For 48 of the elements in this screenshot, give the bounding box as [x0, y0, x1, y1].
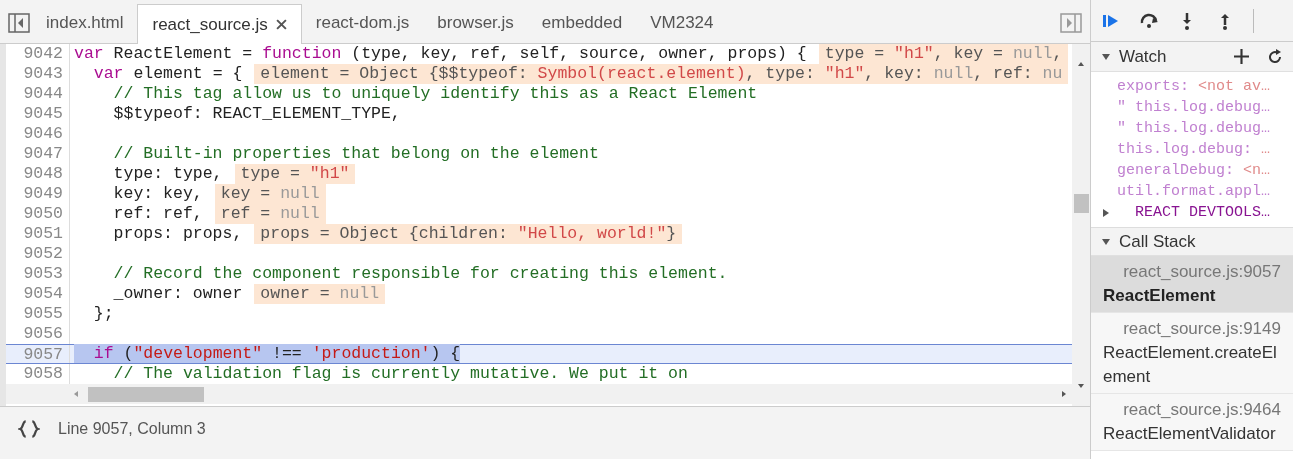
- collapse-arrow-icon[interactable]: [1101, 236, 1111, 247]
- expand-arrow-icon[interactable]: [1101, 207, 1111, 218]
- file-tab[interactable]: VM2324: [636, 3, 728, 43]
- file-tab[interactable]: react-dom.js: [301, 3, 424, 43]
- add-icon[interactable]: [1234, 49, 1249, 64]
- call-stack-frame[interactable]: react_source.js:9464 ReactElementValidator: [1091, 394, 1293, 451]
- panel-toggle-icon[interactable]: [1060, 13, 1082, 33]
- inline-value: key = null: [214, 184, 326, 204]
- file-tab[interactable]: embedded: [527, 3, 637, 43]
- code-line: // Built-in properties that belong on the element: [112, 144, 599, 164]
- scroll-up-icon[interactable]: [1077, 60, 1085, 68]
- inline-value: owner = null: [254, 284, 386, 304]
- pretty-print-icon[interactable]: [18, 419, 40, 438]
- horizontal-scrollbar-thumb[interactable]: [88, 386, 204, 402]
- call-stack-frame[interactable]: react_source.js:9149 ReactElement.createElement: [1091, 313, 1293, 394]
- file-tab[interactable]: browser.js: [423, 3, 528, 43]
- inline-value: type = "h1", key = null,: [818, 44, 1069, 64]
- code-line: type: type,: [112, 164, 223, 184]
- scroll-right-icon[interactable]: [1060, 390, 1068, 398]
- call-stack-frame[interactable]: react_source.js:9057 ReactElement: [1091, 256, 1293, 313]
- file-tab[interactable]: index.html: [42, 3, 138, 43]
- code-line: };: [92, 304, 114, 324]
- vertical-scrollbar-thumb[interactable]: [1073, 194, 1089, 213]
- inline-value: ref = null: [214, 204, 326, 224]
- code-line: var element = {: [92, 64, 243, 84]
- close-icon[interactable]: [275, 19, 287, 30]
- code-line: var ReactElement = function (type, key, ref, self, source, owner, props) {: [73, 44, 807, 64]
- code-line: // This tag allow us to uniquely identify this as a React Element: [112, 84, 758, 104]
- code-line: props: props,: [112, 224, 243, 244]
- code-line: ref: ref,: [112, 204, 203, 224]
- inline-value: element = Object {$$typeof: Symbol(react.element), type: "h1", key: null, ref: nu: [254, 64, 1069, 84]
- line-number: 9057: [6, 345, 70, 363]
- code-line: // Record the component responsible for creating this element.: [112, 264, 728, 284]
- code-line: _owner: owner: [112, 284, 243, 304]
- refresh-icon[interactable]: [1267, 48, 1283, 65]
- code-editor[interactable]: [6, 44, 1072, 384]
- sidebar-toggle-icon[interactable]: [8, 13, 30, 33]
- inline-value: props = Object {children: "Hello, world!"}: [254, 224, 683, 244]
- collapse-arrow-icon[interactable]: [1101, 51, 1111, 62]
- code-line: key: key,: [112, 184, 203, 204]
- file-tab[interactable]: react_source.js: [137, 4, 302, 44]
- code-line: $$typeof: REACT_ELEMENT_TYPE,: [112, 104, 401, 124]
- watch-expression[interactable]: REACT DEVTOOLS…: [1135, 202, 1271, 223]
- code-line: // The validation flag is currently mutative. We put it on: [112, 364, 688, 384]
- inline-value: type = "h1": [234, 164, 356, 184]
- code-line: if ("development" !== 'production') {: [70, 344, 461, 364]
- scroll-down-icon[interactable]: [1077, 382, 1085, 390]
- cursor-position: Line 9057, Column 3: [58, 418, 206, 439]
